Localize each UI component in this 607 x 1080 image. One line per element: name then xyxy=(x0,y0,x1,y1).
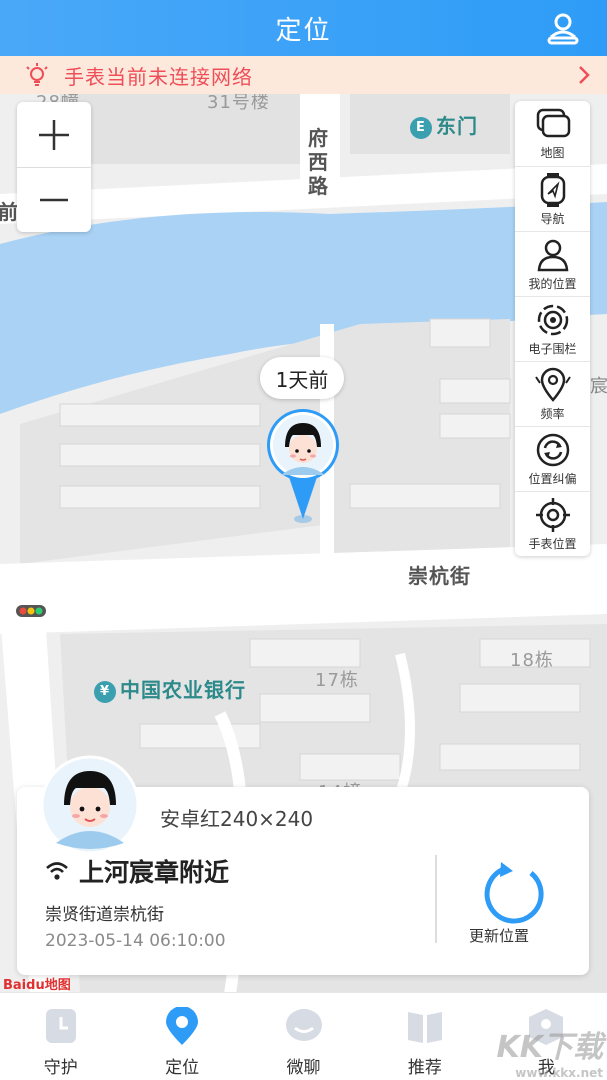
gate-poi-icon: E xyxy=(410,116,432,139)
place-row: 上河宸章附近 xyxy=(45,853,229,889)
map-label-east-gate: E 东门 xyxy=(410,110,478,139)
zoom-out-button[interactable] xyxy=(17,167,91,232)
location-timestamp: 2023-05-14 06:10:00 xyxy=(45,931,226,951)
nav-label: 微聊 xyxy=(286,1058,321,1078)
wifi-icon xyxy=(46,862,68,880)
tool-label: 导航 xyxy=(540,211,565,226)
watermark-url: www.kkx.net xyxy=(515,1066,603,1080)
street-address: 崇贤街道崇杭街 xyxy=(45,905,164,925)
zoom-control xyxy=(17,102,91,232)
device-name: 安卓红240×240 xyxy=(160,807,314,831)
watermark: KK下载 www.kkx.net xyxy=(497,1022,604,1080)
guard-icon xyxy=(45,1009,76,1043)
tool-navigation[interactable]: 导航 xyxy=(515,166,590,231)
nav-location[interactable]: 定位 xyxy=(121,993,242,1080)
chat-icon xyxy=(285,1009,322,1041)
nav-guard[interactable]: 守护 xyxy=(0,993,121,1080)
tool-label: 位置纠偏 xyxy=(528,471,577,486)
map-label-chen: 宸 xyxy=(590,376,607,397)
map-layers-icon xyxy=(536,108,570,138)
tool-label: 频率 xyxy=(540,406,565,421)
tool-label: 手表位置 xyxy=(528,536,577,551)
tool-frequency[interactable]: 频率 xyxy=(515,361,590,426)
map-label-building-31: 31号楼 xyxy=(207,94,270,113)
watch-location-icon xyxy=(535,497,570,532)
tool-label: 电子围栏 xyxy=(528,341,577,356)
traffic-light-icon xyxy=(16,605,46,617)
tool-map[interactable]: 地图 xyxy=(515,101,590,166)
app-header: 定位 xyxy=(0,0,607,56)
notice-text: 手表当前未连接网络 xyxy=(64,64,253,89)
east-gate-text: 东门 xyxy=(436,114,478,138)
device-location-marker[interactable] xyxy=(259,407,349,525)
tool-label: 我的位置 xyxy=(528,276,577,291)
my-location-person-icon xyxy=(537,239,568,271)
refresh-icon[interactable] xyxy=(479,859,549,929)
nav-label: 推荐 xyxy=(407,1058,442,1078)
refresh-location-button[interactable]: 更新位置 xyxy=(469,925,579,946)
minus-icon xyxy=(40,198,68,202)
map-toolbar: 地图 导航 我的位置 电子围栏 频率 位置纠偏 手表位置 xyxy=(515,101,590,556)
tool-my-location[interactable]: 我的位置 xyxy=(515,231,590,296)
page-title: 定位 xyxy=(275,15,332,46)
frequency-icon xyxy=(534,367,571,402)
geofence-icon xyxy=(537,304,568,335)
position-correct-icon xyxy=(536,433,569,466)
map-label-building-17: 17栋 xyxy=(315,670,359,691)
tool-position-correct[interactable]: 位置纠偏 xyxy=(515,426,590,491)
network-notice-banner[interactable]: 手表当前未连接网络 xyxy=(0,56,607,94)
card-divider xyxy=(435,855,437,943)
user-location-icon[interactable] xyxy=(545,10,581,46)
tool-watch-location[interactable]: 手表位置 xyxy=(515,491,590,556)
navigation-icon xyxy=(540,172,565,207)
place-name: 上河宸章附近 xyxy=(79,858,230,887)
nav-recommend[interactable]: 推荐 xyxy=(364,993,485,1080)
nav-chat[interactable]: 微聊 xyxy=(243,993,364,1080)
bank-poi-icon: ¥ xyxy=(94,680,116,703)
location-pin-icon xyxy=(166,1007,199,1045)
map-label-fuxi-road: 府西路 xyxy=(308,126,329,198)
nav-label: 定位 xyxy=(165,1058,200,1078)
map-label-chonghang-street: 崇杭街 xyxy=(408,564,471,588)
lightbulb-icon xyxy=(26,63,48,86)
tool-label: 地图 xyxy=(540,146,565,160)
last-seen-bubble: 1天前 xyxy=(260,357,344,399)
device-avatar xyxy=(40,755,140,855)
map-label-agri-bank: ¥ 中国农业银行 xyxy=(94,674,246,703)
nav-label: 守护 xyxy=(43,1058,78,1078)
watermark-text: KK下载 xyxy=(496,1030,604,1065)
tool-geofence[interactable]: 电子围栏 xyxy=(515,296,590,361)
bank-text: 中国农业银行 xyxy=(120,678,246,702)
chevron-right-icon xyxy=(579,66,590,84)
book-icon xyxy=(407,1012,442,1043)
map-label-building-18: 18栋 xyxy=(510,650,554,671)
plus-icon xyxy=(39,119,69,150)
map-attribution: Baidu地图 xyxy=(3,978,71,993)
zoom-in-button[interactable] xyxy=(17,102,91,167)
